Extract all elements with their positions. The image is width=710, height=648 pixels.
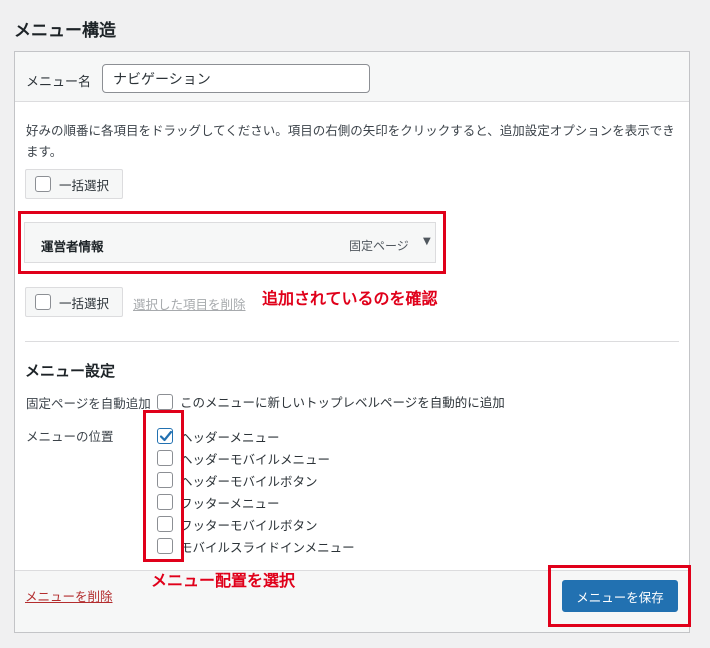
auto-add-option[interactable]: このメニューに新しいトップレベルページを自動的に追加 xyxy=(157,392,505,411)
menu-location-label: メニューの位置 xyxy=(26,429,114,444)
annotation-select-location: メニュー配置を選択 xyxy=(151,571,296,590)
location-header-mobile-button[interactable]: ヘッダーモバイルボタン xyxy=(157,469,355,491)
location-checkbox-checked[interactable] xyxy=(157,428,173,444)
divider xyxy=(25,341,679,342)
location-label: フッターモバイルボタン xyxy=(180,517,318,533)
menu-location-list: ヘッダーメニュー ヘッダーモバイルメニュー ヘッダーモバイルボタン フッターメニ… xyxy=(157,425,355,557)
location-checkbox[interactable] xyxy=(157,538,173,554)
location-checkbox[interactable] xyxy=(157,494,173,510)
drag-instructions: 好みの順番に各項目をドラッグしてください。項目の右側の矢印をクリックすると、追加… xyxy=(26,123,675,159)
annotation-added-confirm: 追加されているのを確認 xyxy=(262,289,438,308)
location-checkbox[interactable] xyxy=(157,516,173,532)
checkmark-icon xyxy=(159,430,173,442)
location-label: フッターメニュー xyxy=(180,495,280,511)
menu-item-operator-info[interactable]: 運営者情報 固定ページ ▼ xyxy=(24,222,436,263)
bulk-select-checkbox[interactable] xyxy=(35,294,51,310)
bulk-select-top[interactable]: 一括選択 xyxy=(25,169,123,199)
location-header-mobile-menu[interactable]: ヘッダーモバイルメニュー xyxy=(157,447,355,469)
menu-item-type: 固定ページ xyxy=(349,239,409,253)
bulk-select-bottom[interactable]: 一括選択 xyxy=(25,287,123,317)
auto-add-option-label: このメニューに新しいトップレベルページを自動的に追加 xyxy=(180,395,505,410)
location-label: モバイルスライドインメニュー xyxy=(180,539,355,555)
location-checkbox[interactable] xyxy=(157,450,173,466)
menu-item-title: 運営者情報 xyxy=(41,239,104,254)
location-label: ヘッダーメニュー xyxy=(180,429,280,445)
auto-add-checkbox[interactable] xyxy=(157,393,173,410)
menu-settings-title: メニュー設定 xyxy=(25,362,116,380)
location-checkbox[interactable] xyxy=(157,472,173,488)
location-label: ヘッダーモバイルメニュー xyxy=(180,451,331,467)
bulk-select-label: 一括選択 xyxy=(59,295,110,311)
location-label: ヘッダーモバイルボタン xyxy=(180,473,318,489)
location-header-menu[interactable]: ヘッダーメニュー xyxy=(157,425,355,447)
location-footer-mobile-button[interactable]: フッターモバイルボタン xyxy=(157,513,355,535)
remove-selected-link[interactable]: 選択した項目を削除 xyxy=(133,294,246,313)
menu-name-header: メニュー名 xyxy=(15,52,689,102)
menu-structure-panel: メニュー名 好みの順番に各項目をドラッグしてください。項目の右側の矢印をクリック… xyxy=(14,51,690,633)
location-mobile-slidein-menu[interactable]: モバイルスライドインメニュー xyxy=(157,535,355,557)
bulk-select-label: 一括選択 xyxy=(59,177,110,193)
delete-menu-link[interactable]: メニューを削除 xyxy=(25,586,113,605)
save-menu-button[interactable]: メニューを保存 xyxy=(562,580,678,612)
bulk-select-checkbox[interactable] xyxy=(35,176,51,192)
triangle-down-icon[interactable]: ▼ xyxy=(423,236,431,247)
page-title: メニュー構造 xyxy=(14,21,116,41)
menu-name-label: メニュー名 xyxy=(26,75,92,90)
location-footer-menu[interactable]: フッターメニュー xyxy=(157,491,355,513)
auto-add-label: 固定ページを自動追加 xyxy=(26,396,151,411)
menu-name-input[interactable] xyxy=(102,64,370,93)
menu-footer: メニューを削除 メニューを保存 xyxy=(15,570,689,632)
